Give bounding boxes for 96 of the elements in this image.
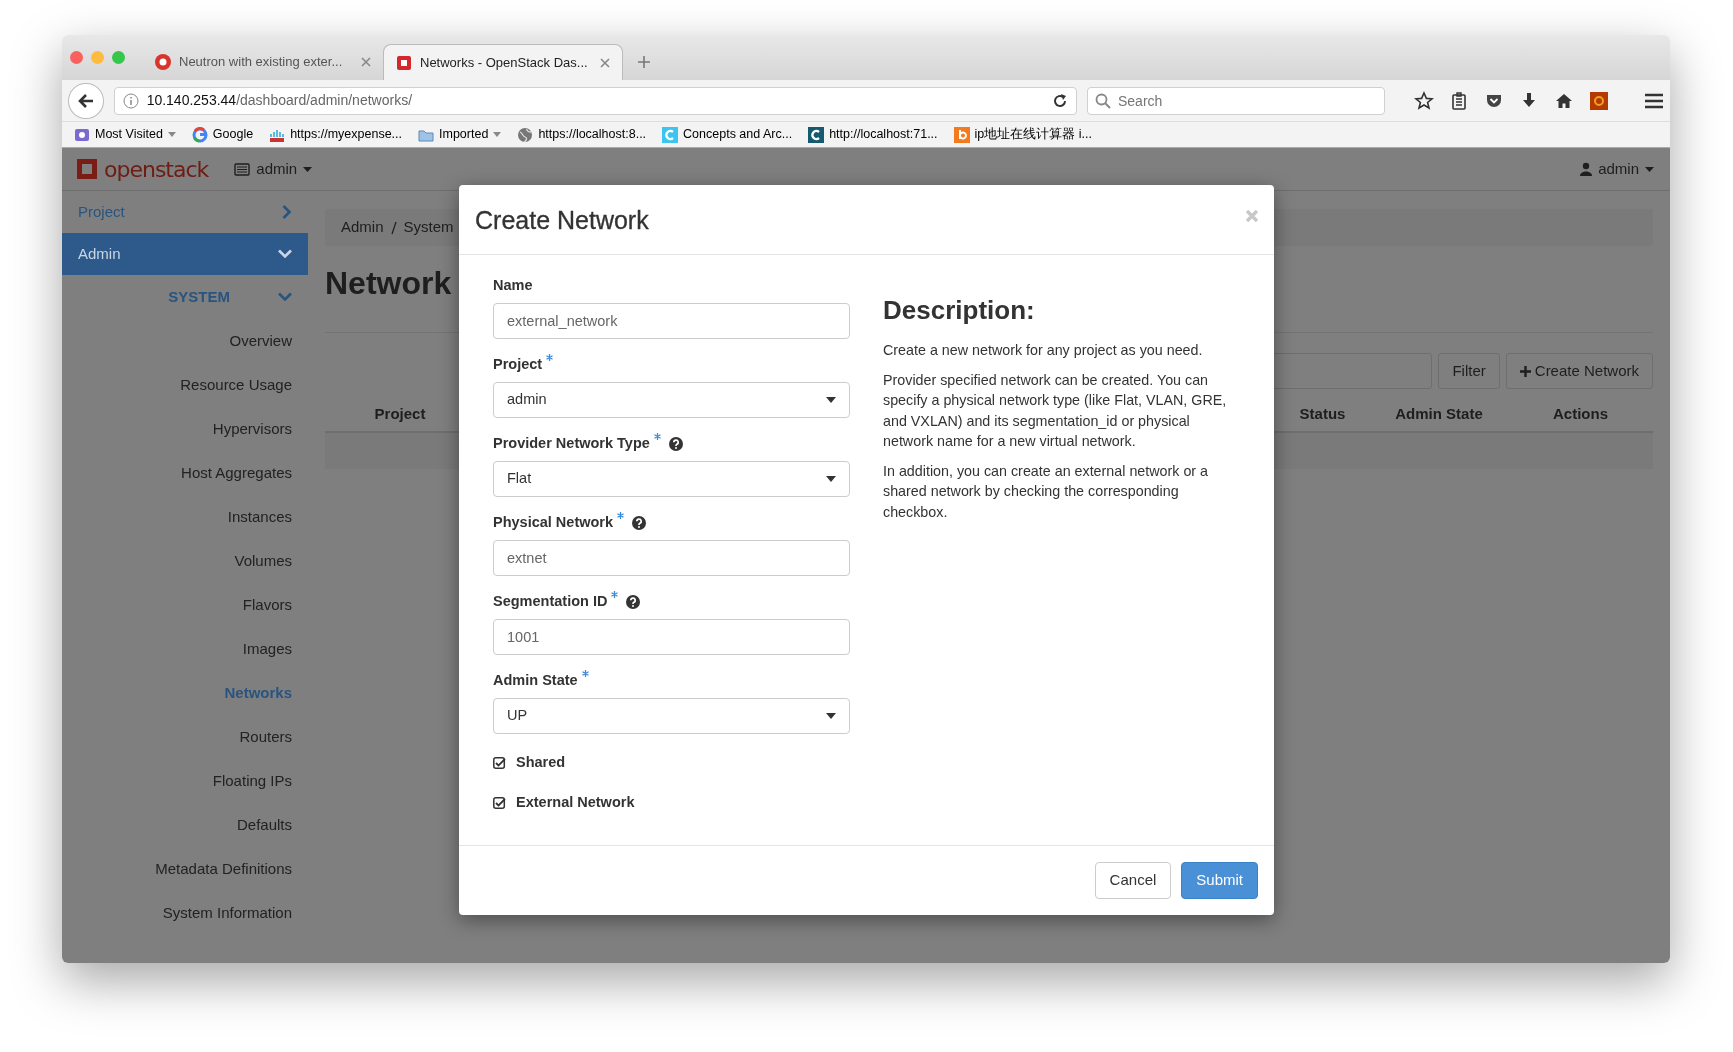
field-label: Physical Network bbox=[493, 513, 614, 532]
sidebar-item[interactable]: Defaults bbox=[62, 803, 308, 847]
google-icon bbox=[191, 126, 208, 143]
caret-icon bbox=[1645, 166, 1654, 172]
logo-icon bbox=[74, 156, 100, 182]
sidebar-item[interactable]: Routers bbox=[62, 715, 308, 759]
field-label: Project bbox=[493, 355, 543, 374]
launcher-icon bbox=[74, 126, 90, 143]
chevron-right-icon bbox=[282, 205, 292, 219]
chevron-down-icon bbox=[278, 292, 292, 302]
description-text: Provider specified network can be created. You can specify a physical network type (like Flat, VLAN, GRE, and VXLAN) and its segmentation_id or physical network name for a new virtual network. bbox=[883, 370, 1228, 452]
breadcrumb-link[interactable]: System bbox=[403, 216, 454, 239]
sidebar-item[interactable]: Host Aggregates bbox=[62, 451, 308, 495]
chevron-down-icon bbox=[278, 249, 292, 259]
star-icon[interactable] bbox=[1414, 90, 1434, 111]
sidebar-item[interactable]: System Information bbox=[62, 891, 308, 935]
new-tab-icon[interactable] bbox=[637, 55, 651, 69]
column-header: Admin State bbox=[1394, 403, 1484, 424]
input-field[interactable]: extnet bbox=[493, 540, 850, 576]
sidebar-item[interactable]: Hypervisors bbox=[62, 407, 308, 451]
input-field[interactable]: external_network bbox=[493, 303, 850, 339]
caret-icon bbox=[826, 397, 836, 403]
field-label: Segmentation ID bbox=[493, 592, 608, 611]
info-icon bbox=[122, 92, 139, 109]
user-dropdown[interactable]: admin bbox=[1580, 157, 1654, 181]
select-field[interactable]: admin bbox=[493, 382, 850, 418]
breadcrumb-link[interactable]: Admin bbox=[341, 216, 384, 239]
plus-icon bbox=[1519, 365, 1531, 377]
sidebar-item[interactable]: Resource Usage bbox=[62, 363, 308, 407]
close-icon[interactable] bbox=[361, 57, 371, 67]
sidebar-item[interactable]: Floating IPs bbox=[62, 759, 308, 803]
description-text: Create a new network for any project as you need. bbox=[883, 341, 1204, 361]
bookmark[interactable]: Imported bbox=[418, 125, 502, 144]
field-label: Provider Network Type bbox=[493, 434, 650, 453]
bookmark[interactable]: Google bbox=[191, 125, 254, 144]
help-icon[interactable] bbox=[632, 516, 647, 530]
checkbox-icon[interactable] bbox=[493, 756, 506, 770]
description-heading: Description: bbox=[883, 295, 1036, 327]
help-icon[interactable] bbox=[626, 595, 641, 609]
caret-icon bbox=[826, 476, 836, 482]
project-icon bbox=[234, 162, 251, 176]
bookmark[interactable]: http://localhost:71... bbox=[808, 125, 938, 144]
address-bar[interactable]: 10.140.253.44/dashboard/admin/networks/ bbox=[113, 86, 1077, 115]
browser-tab[interactable]: Neutron with existing exter... bbox=[143, 44, 383, 80]
column-header: Actions bbox=[1552, 403, 1609, 424]
back-button[interactable] bbox=[68, 82, 104, 119]
search-field[interactable]: Search bbox=[1087, 86, 1385, 115]
project-dropdown[interactable]: admin bbox=[234, 157, 313, 181]
sidebar-item[interactable]: Images bbox=[62, 627, 308, 671]
checkbox-icon[interactable] bbox=[493, 796, 506, 810]
sidebar-item[interactable]: Metadata Definitions bbox=[62, 847, 308, 891]
bookmark[interactable]: Concepts and Arc... bbox=[662, 125, 793, 144]
menu-icon[interactable] bbox=[1644, 91, 1664, 110]
bookmark[interactable]: Most Visited bbox=[74, 125, 176, 144]
filter-button[interactable]: Filter bbox=[1438, 353, 1500, 389]
caret-icon bbox=[826, 713, 836, 719]
select-field[interactable]: UP bbox=[493, 698, 850, 734]
letter-tile-icon bbox=[662, 126, 679, 143]
input-field[interactable]: 1001 bbox=[493, 619, 850, 655]
close-icon[interactable] bbox=[600, 57, 610, 68]
bookmark[interactable]: https://myexpense... bbox=[269, 125, 403, 144]
checkbox-label[interactable]: External Network bbox=[516, 792, 635, 814]
select-field[interactable]: Flat bbox=[493, 461, 850, 497]
sidebar-dashboard[interactable]: Admin bbox=[62, 233, 308, 275]
back-arrow-icon bbox=[76, 91, 95, 110]
favicon-icon bbox=[155, 54, 171, 70]
brand-name: openstack bbox=[104, 155, 209, 184]
globe-icon bbox=[517, 126, 534, 143]
sidebar-item[interactable]: Volumes bbox=[62, 539, 308, 583]
caret-icon bbox=[303, 166, 313, 172]
column-header: Status bbox=[1298, 403, 1347, 424]
create-network-button[interactable]: Create Network bbox=[1505, 353, 1653, 389]
letter-tile-icon bbox=[808, 126, 825, 143]
sidebar-item[interactable]: Flavors bbox=[62, 583, 308, 627]
reload-icon[interactable] bbox=[1052, 92, 1068, 109]
field-label: Name bbox=[493, 276, 533, 295]
letter-tile-icon bbox=[953, 126, 970, 143]
bookmark[interactable]: https://localhost:8... bbox=[517, 125, 647, 144]
column-header: Project bbox=[373, 403, 427, 424]
modal-title: Create Network bbox=[475, 204, 649, 235]
sidebar-item[interactable]: Instances bbox=[62, 495, 308, 539]
sidebar-item[interactable]: Overview bbox=[62, 319, 308, 363]
help-icon[interactable] bbox=[668, 437, 683, 451]
bookmark[interactable]: ip地址在线计算器 i... bbox=[953, 125, 1092, 144]
submit-button[interactable]: Submit bbox=[1181, 862, 1258, 899]
description-text: In addition, you can create an external network or a shared network by checking the corresponding checkbox. bbox=[883, 461, 1210, 522]
checkbox-label[interactable]: Shared bbox=[516, 752, 566, 774]
browser-tab[interactable]: Networks - OpenStack Das... bbox=[383, 44, 623, 80]
cancel-button[interactable]: Cancel bbox=[1094, 862, 1172, 899]
separator-icon bbox=[389, 220, 398, 235]
favicon-icon bbox=[396, 54, 412, 71]
field-label: Admin State bbox=[493, 671, 578, 690]
user-icon bbox=[1580, 162, 1593, 176]
search-icon bbox=[1095, 92, 1111, 109]
address-text: 10.140.253.44/dashboard/admin/networks/ bbox=[146, 91, 414, 110]
addon-icon[interactable] bbox=[1589, 90, 1609, 111]
